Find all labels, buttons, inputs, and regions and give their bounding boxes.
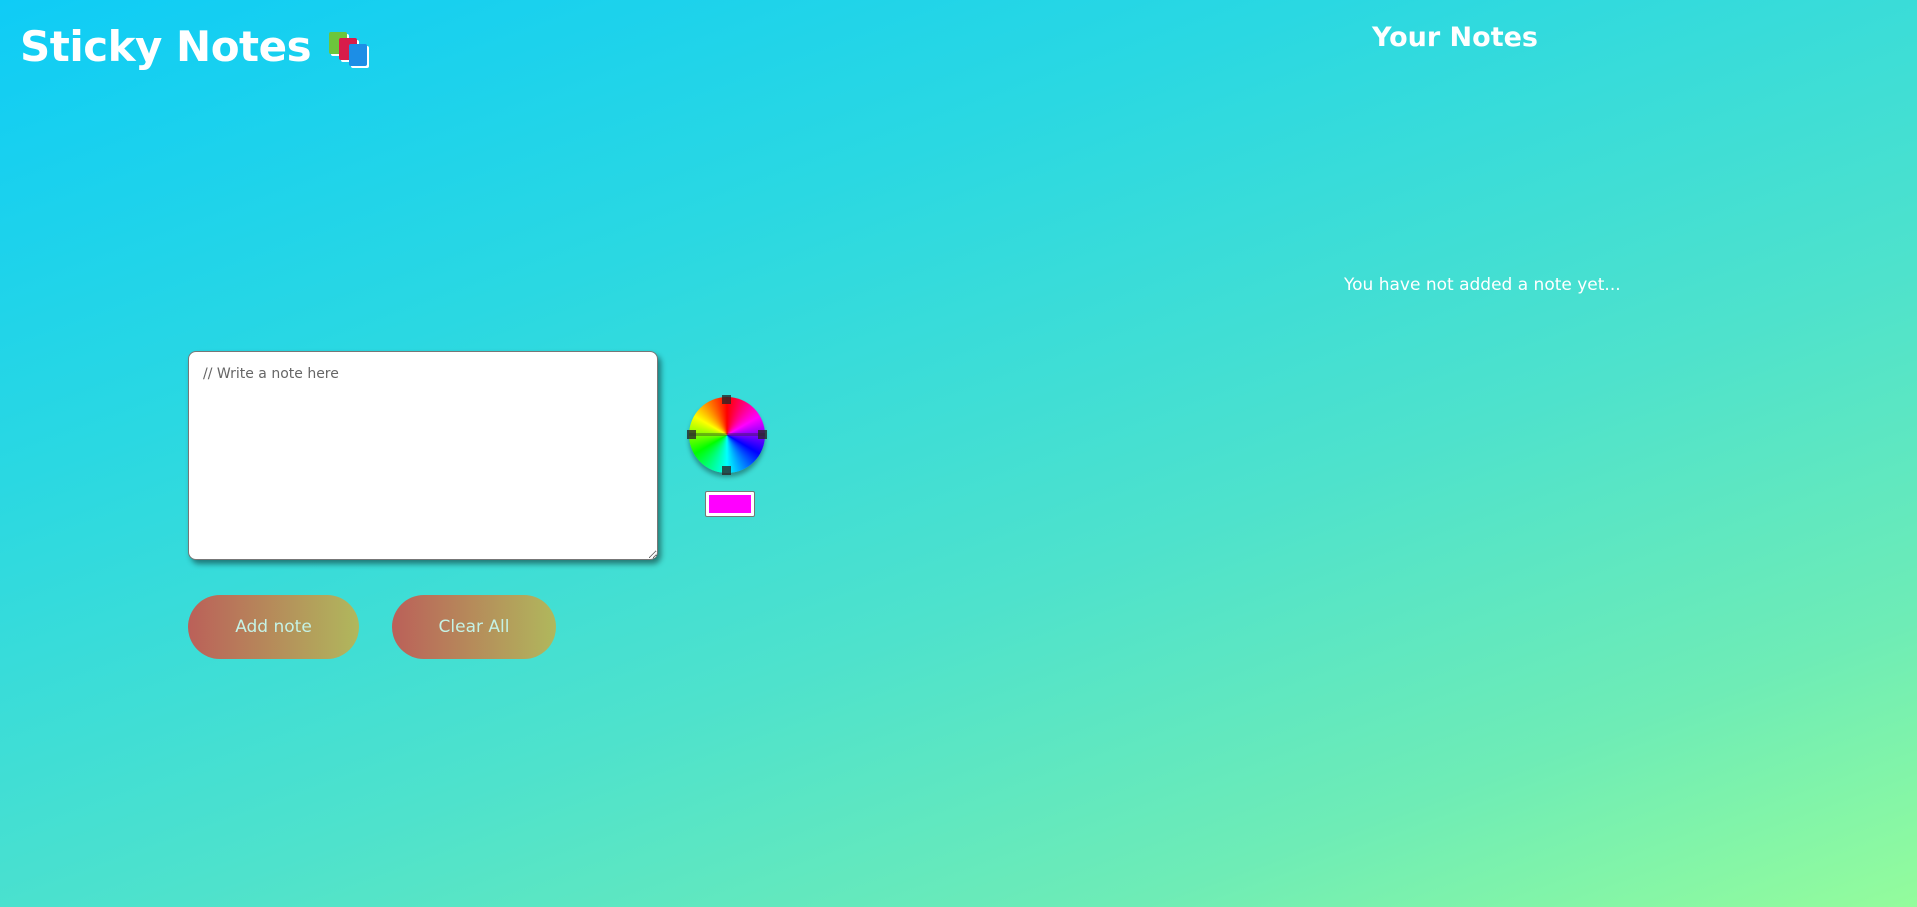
app-title: Sticky Notes [20,22,371,71]
empty-notes-message: You have not added a note yet... [1344,275,1621,295]
clear-all-button[interactable]: Clear All [392,595,556,659]
notes-heading: Your Notes [1372,22,1538,53]
app-title-text: Sticky Notes [20,22,312,71]
color-input[interactable] [705,491,755,517]
selected-color-swatch [709,495,751,513]
books-icon [327,26,371,68]
note-input[interactable] [188,351,658,560]
color-wheel-icon[interactable] [687,395,767,475]
add-note-button[interactable]: Add note [188,595,359,659]
